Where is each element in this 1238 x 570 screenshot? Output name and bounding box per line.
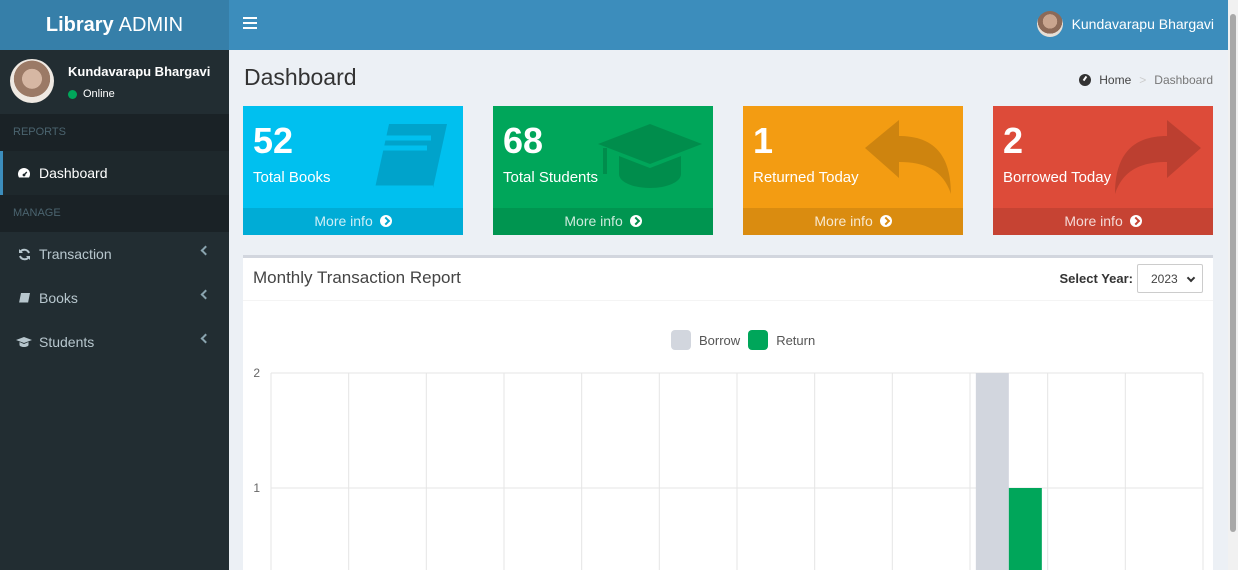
stat-label: Returned Today xyxy=(753,169,859,186)
refresh-icon xyxy=(16,248,32,261)
year-select[interactable]: 2023 xyxy=(1137,264,1203,293)
sidebar-item-label: Dashboard xyxy=(39,165,108,181)
reply-icon xyxy=(865,120,951,194)
book-icon xyxy=(16,292,32,305)
graduation-cap-icon xyxy=(598,124,702,188)
sidebar-avatar xyxy=(10,59,54,103)
navbar-user-menu[interactable]: Kundavarapu Bhargavi xyxy=(1036,11,1214,37)
sidebar-item-label: Transaction xyxy=(39,246,112,262)
sidebar-toggle-icon[interactable] xyxy=(243,16,257,34)
sidebar-header-manage: MANAGE xyxy=(0,195,229,232)
legend-swatch-borrow xyxy=(671,330,691,350)
top-navbar: Kundavarapu Bhargavi xyxy=(229,0,1228,50)
legend-item-return[interactable]: Return xyxy=(748,330,815,350)
stat-label: Total Students xyxy=(503,169,599,186)
sidebar-item-label: Students xyxy=(39,334,95,350)
page-scrollbar[interactable] xyxy=(1228,0,1238,570)
chevron-left-icon xyxy=(200,289,211,300)
more-info-link[interactable]: More info xyxy=(743,208,963,235)
book-icon xyxy=(375,124,447,191)
chevron-down-icon xyxy=(1186,273,1196,283)
monthly-report-box: Monthly Transaction Report Select Year: … xyxy=(243,255,1213,570)
navbar-user-name: Kundavarapu Bhargavi xyxy=(1071,16,1214,32)
dashboard-icon xyxy=(1079,74,1092,86)
stat-box-total-books: 52 Total Books More info xyxy=(243,106,463,235)
arrow-circle-right-icon xyxy=(1129,215,1142,227)
report-title: Monthly Transaction Report xyxy=(253,268,461,287)
chevron-left-icon xyxy=(200,333,211,344)
stat-label: Borrowed Today xyxy=(1003,169,1112,186)
sidebar: Kundavarapu Bhargavi Online REPORTS Dash… xyxy=(0,50,229,570)
stat-box-borrowed-today: 2 Borrowed Today More info xyxy=(993,106,1213,235)
sidebar-item-transaction[interactable]: Transaction xyxy=(0,232,229,276)
stat-value: 52 xyxy=(253,120,294,161)
arrow-circle-right-icon xyxy=(379,215,392,227)
sidebar-item-books[interactable]: Books xyxy=(0,276,229,320)
arrow-circle-right-icon xyxy=(629,215,642,227)
sidebar-item-students[interactable]: Students xyxy=(0,320,229,364)
graduation-cap-icon xyxy=(16,336,32,348)
sidebar-item-dashboard[interactable]: Dashboard xyxy=(0,151,229,195)
brand-logo[interactable]: Library ADMIN xyxy=(0,0,229,50)
bar-chart: 12 xyxy=(253,366,1204,570)
legend-label: Borrow xyxy=(699,332,741,348)
stat-value: 2 xyxy=(1003,120,1024,161)
stat-value: 68 xyxy=(503,120,544,161)
status-text: Online xyxy=(83,88,115,100)
chart-legend: Borrow Return xyxy=(671,330,823,350)
chevron-left-icon xyxy=(200,245,211,256)
more-info-link[interactable]: More info xyxy=(993,208,1213,235)
sidebar-header-reports: REPORTS xyxy=(0,114,229,151)
legend-item-borrow[interactable]: Borrow xyxy=(671,330,740,350)
sidebar-user-name: Kundavarapu Bhargavi xyxy=(68,64,211,79)
bar-return-oct xyxy=(1008,488,1042,570)
breadcrumb-current: Dashboard xyxy=(1154,73,1213,87)
more-info-link[interactable]: More info xyxy=(493,208,713,235)
brand-rest: ADMIN xyxy=(118,13,184,36)
more-info-link[interactable]: More info xyxy=(243,208,463,235)
scrollbar-thumb[interactable] xyxy=(1230,14,1236,532)
status-dot-icon xyxy=(68,89,77,99)
year-select-value: 2023 xyxy=(1151,271,1178,286)
y-tick-label: 2 xyxy=(253,366,260,380)
year-label: Select Year: xyxy=(1059,271,1133,286)
bar-borrow-oct xyxy=(975,373,1009,570)
y-tick-label: 1 xyxy=(253,481,260,495)
stat-box-total-students: 68 Total Students More info xyxy=(493,106,713,235)
sidebar-user-panel: Kundavarapu Bhargavi Online xyxy=(0,50,229,114)
dashboard-icon xyxy=(16,167,32,180)
share-icon xyxy=(1115,120,1201,194)
sidebar-item-label: Books xyxy=(39,290,78,306)
page-title: Dashboard xyxy=(244,64,357,90)
breadcrumb-home[interactable]: Home xyxy=(1099,73,1131,87)
online-status: Online xyxy=(68,88,115,100)
arrow-circle-right-icon xyxy=(879,215,892,227)
stat-value: 1 xyxy=(753,120,774,161)
legend-label: Return xyxy=(776,332,816,348)
stat-label: Total Books xyxy=(253,169,331,186)
stat-box-returned-today: 1 Returned Today More info xyxy=(743,106,963,235)
avatar xyxy=(1036,11,1063,37)
brand-bold: Library xyxy=(45,13,114,36)
year-selector: Select Year: 2023 xyxy=(1060,264,1203,293)
legend-swatch-return xyxy=(748,330,769,350)
breadcrumb: Home > Dashboard xyxy=(1079,73,1213,87)
